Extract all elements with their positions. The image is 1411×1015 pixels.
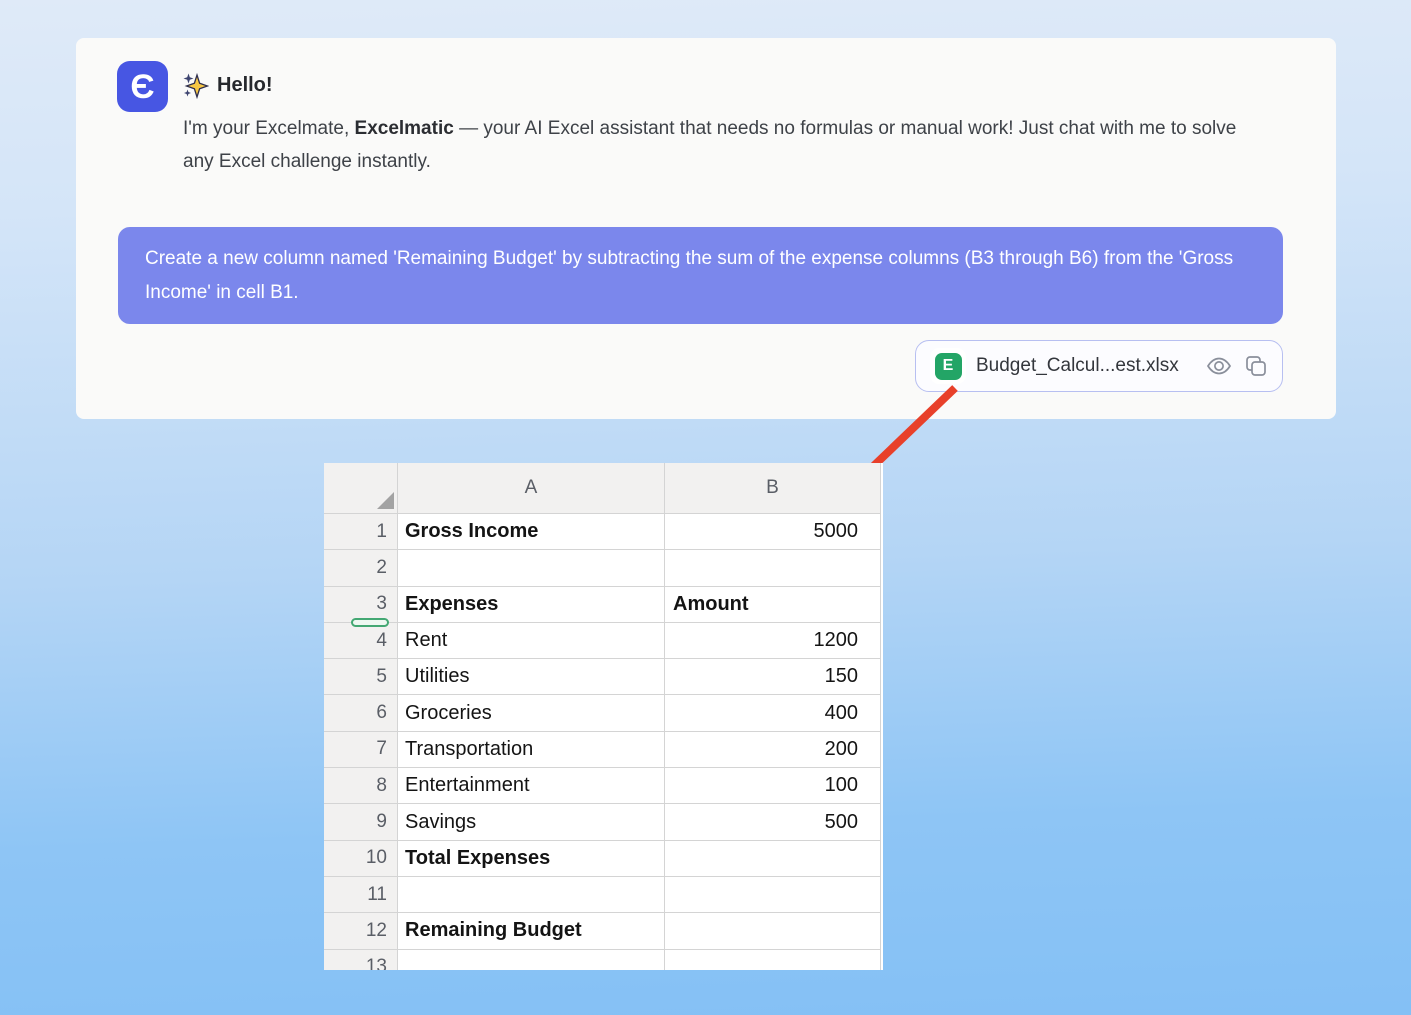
row-number-2: 2 [324, 550, 398, 586]
chat-card: Є Hello! I'm your Excelmate, Excelmatic … [76, 38, 1336, 419]
cell-b10 [665, 841, 881, 877]
cell-b5: 150 [665, 659, 881, 695]
table-row: 4Rent1200 [324, 623, 883, 659]
cell-b2 [665, 550, 881, 586]
table-row: 1Gross Income5000 [324, 514, 883, 550]
excelmatic-logo: Є [117, 61, 168, 112]
table-row: 6Groceries400 [324, 695, 883, 731]
copy-icon[interactable] [1244, 354, 1268, 378]
column-header-b: B [665, 463, 881, 514]
page-background: { "header": { "logo_letter": "Є", "greet… [0, 0, 1411, 1015]
intro-paragraph: I'm your Excelmate, Excelmatic — your AI… [183, 112, 1263, 178]
cell-a1: Gross Income [398, 514, 665, 550]
table-row: 10Total Expenses [324, 841, 883, 877]
sheet-header-row: A B [324, 463, 883, 514]
attachment-chip[interactable]: E Budget_Calcul...est.xlsx [915, 340, 1283, 392]
cell-a11 [398, 877, 665, 913]
cell-b3: Amount [665, 587, 881, 623]
row-3-green-marker [351, 618, 389, 627]
row-number-11: 11 [324, 877, 398, 913]
cell-b13 [665, 950, 881, 970]
cell-a7: Transportation [398, 732, 665, 768]
brand-name: Excelmatic [355, 118, 454, 139]
cell-a10: Total Expenses [398, 841, 665, 877]
cell-b8: 100 [665, 768, 881, 804]
table-row: 13 [324, 950, 883, 970]
row-number-10: 10 [324, 841, 398, 877]
cell-b12 [665, 913, 881, 949]
cell-b9: 500 [665, 804, 881, 840]
row-number-8: 8 [324, 768, 398, 804]
table-row: 2 [324, 550, 883, 586]
cell-b11 [665, 877, 881, 913]
row-number-12: 12 [324, 913, 398, 949]
row-number-13: 13 [324, 950, 398, 970]
table-row: 12Remaining Budget [324, 913, 883, 949]
logo-letter: Є [130, 70, 154, 104]
cell-b1: 5000 [665, 514, 881, 550]
cell-a12: Remaining Budget [398, 913, 665, 949]
excel-file-icon: E [935, 353, 962, 380]
sparkles-icon [182, 72, 209, 99]
intro-prefix: I'm your Excelmate, [183, 118, 355, 139]
cell-b7: 200 [665, 732, 881, 768]
cell-a4: Rent [398, 623, 665, 659]
cell-a9: Savings [398, 804, 665, 840]
cell-a13 [398, 950, 665, 970]
row-number-7: 7 [324, 732, 398, 768]
cell-a8: Entertainment [398, 768, 665, 804]
cell-b4: 1200 [665, 623, 881, 659]
user-message-bubble: Create a new column named 'Remaining Bud… [118, 227, 1283, 324]
spreadsheet: A B 1Gross Income500023ExpensesAmount4Re… [324, 463, 883, 970]
row-number-5: 5 [324, 659, 398, 695]
select-all-triangle-icon [377, 492, 394, 509]
table-row: 5Utilities150 [324, 659, 883, 695]
cell-a6: Groceries [398, 695, 665, 731]
attachment-filename: Budget_Calcul...est.xlsx [976, 355, 1196, 377]
select-all-corner [324, 463, 398, 514]
greeting-row: Hello! [182, 72, 273, 99]
table-row: 3ExpensesAmount [324, 587, 883, 623]
cell-a5: Utilities [398, 659, 665, 695]
row-number-6: 6 [324, 695, 398, 731]
cell-b6: 400 [665, 695, 881, 731]
cell-a2 [398, 550, 665, 586]
table-row: 7Transportation200 [324, 732, 883, 768]
table-row: 9Savings500 [324, 804, 883, 840]
greeting-text: Hello! [217, 74, 273, 97]
row-number-4: 4 [324, 623, 398, 659]
table-row: 8Entertainment100 [324, 768, 883, 804]
file-tile: E [930, 348, 966, 384]
preview-eye-icon[interactable] [1206, 355, 1232, 377]
row-number-1: 1 [324, 514, 398, 550]
excel-file-icon-letter: E [943, 357, 954, 375]
attachment-actions [1206, 354, 1268, 378]
row-number-9: 9 [324, 804, 398, 840]
table-row: 11 [324, 877, 883, 913]
cell-a3: Expenses [398, 587, 665, 623]
user-message-text: Create a new column named 'Remaining Bud… [145, 248, 1233, 303]
column-header-a: A [398, 463, 665, 514]
sheet-body: 1Gross Income500023ExpensesAmount4Rent12… [324, 514, 883, 970]
